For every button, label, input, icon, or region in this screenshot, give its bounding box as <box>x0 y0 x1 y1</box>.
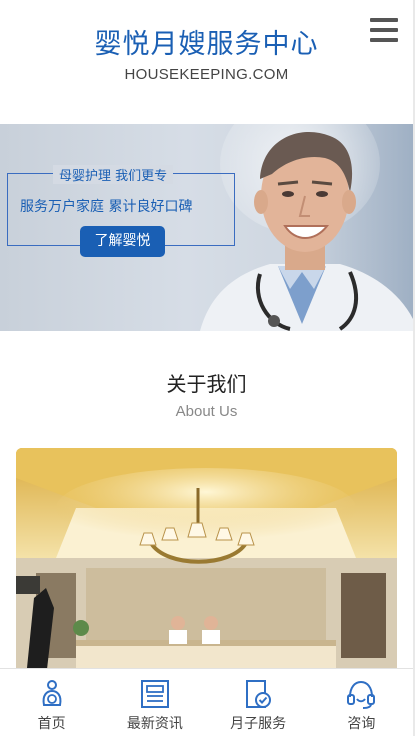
news-icon <box>140 680 169 708</box>
promo-line-2: 服务万户家庭 累计良好口碑 <box>20 199 193 215</box>
site-header: 婴悦月嫂服务中心 HOUSEKEEPING.COM <box>0 0 413 124</box>
nav-home-label: 首页 <box>37 716 66 732</box>
hero-banner[interactable]: 母婴护理 我们更专 服务万户家庭 累计良好口碑 <box>0 124 413 331</box>
lobby-illustration <box>16 448 397 678</box>
promo-line-1: 母婴护理 我们更专 <box>53 165 174 184</box>
hamburger-menu-icon[interactable] <box>370 18 398 42</box>
service-check-icon <box>246 680 272 708</box>
nav-news[interactable]: 最新资讯 <box>103 669 206 736</box>
page: 婴悦月嫂服务中心 HOUSEKEEPING.COM 母婴护理 我们更专 服务万户… <box>0 0 415 736</box>
about-subtitle: About Us <box>175 403 238 420</box>
headset-icon <box>347 680 376 709</box>
site-title[interactable]: 婴悦月嫂服务中心 <box>0 22 413 61</box>
lobby-photo[interactable] <box>16 448 397 678</box>
nav-news-label: 最新资讯 <box>126 716 183 732</box>
bottom-nav: 首页 最新资讯 月子服务 咨询 <box>0 668 413 736</box>
learn-more-button[interactable]: 了解婴悦 <box>80 226 165 257</box>
nav-service-label: 月子服务 <box>230 716 287 732</box>
site-subtitle: HOUSEKEEPING.COM <box>124 66 289 83</box>
home-baby-icon <box>42 680 62 706</box>
nav-consult[interactable]: 咨询 <box>310 669 413 736</box>
about-title: 关于我们 <box>166 372 247 396</box>
nav-consult-label: 咨询 <box>347 716 376 732</box>
nav-home[interactable]: 首页 <box>0 669 103 736</box>
nav-service[interactable]: 月子服务 <box>207 669 310 736</box>
